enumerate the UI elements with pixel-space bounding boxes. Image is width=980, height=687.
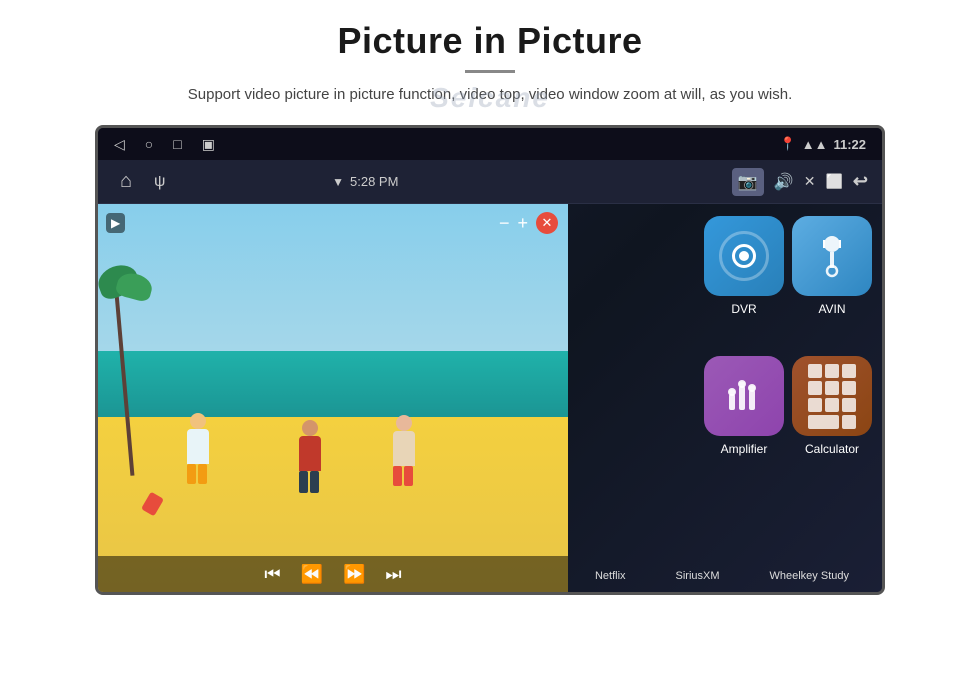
avin-icon [792, 216, 872, 296]
pip-window: ▶ − + ✕ ⏮ ⏪ ⏩ ⏭ [98, 204, 568, 592]
person1 [183, 413, 213, 483]
skip-back-icon[interactable]: ⏮ [264, 564, 280, 585]
screenshot-nav-icon[interactable]: ▣ [202, 136, 215, 153]
amplifier-icon-svg [722, 374, 766, 418]
usb-icon: ψ [154, 173, 165, 191]
pip-resize-controls: − + ✕ [499, 212, 558, 234]
amplifier-icon [704, 356, 784, 436]
status-bar: ◁ ○ □ ▣ 📍 ▲▲ 11:22 [98, 128, 882, 160]
dvr-label: DVR [731, 302, 756, 316]
window-icon[interactable]: ⬜ [825, 173, 842, 190]
amplifier-label: Amplifier [721, 442, 768, 456]
calculator-icon [792, 356, 872, 436]
action-bar-time: 5:28 PM [350, 174, 398, 189]
home-icon[interactable]: ⌂ [112, 168, 140, 196]
close-x-icon[interactable]: ✕ [804, 173, 816, 190]
action-bar-left: ⌂ ψ [112, 168, 165, 196]
calc-grid-icon [800, 356, 864, 437]
home-nav-icon[interactable]: ○ [145, 136, 153, 152]
netflix-label: Netflix [595, 570, 626, 582]
pip-video-indicator-icon: ▶ [106, 213, 125, 233]
page-subtitle: Support video picture in picture functio… [188, 83, 792, 107]
calculator-app[interactable]: Calculator [792, 356, 872, 456]
amplifier-app[interactable]: Amplifier [704, 356, 784, 456]
dvr-app[interactable]: DVR [704, 216, 784, 316]
nav-buttons: ◁ ○ □ ▣ [114, 136, 215, 153]
avin-app[interactable]: AVIN [792, 216, 872, 316]
fast-forward-icon[interactable]: ⏩ [343, 564, 365, 585]
app-row-1: DVR [572, 216, 872, 316]
action-bar-right: 📷 🔊 ✕ ⬜ ↩ [732, 168, 868, 196]
skip-forward-icon[interactable]: ⏭ [385, 564, 401, 585]
wifi-status-icon: ▼ [332, 175, 344, 189]
action-bar: ⌂ ψ ▼ 5:28 PM 📷 🔊 ✕ ⬜ ↩ [98, 160, 882, 204]
status-right-icons: 📍 ▲▲ 11:22 [780, 136, 866, 152]
bottom-app-labels: Netflix SiriusXM Wheelkey Study [562, 570, 882, 582]
pip-minimize-icon[interactable]: − [499, 213, 510, 234]
device-frame: ◁ ○ □ ▣ 📍 ▲▲ 11:22 ⌂ ψ ▼ 5:28 PM 📷 [95, 125, 885, 595]
status-time: 11:22 [833, 137, 866, 152]
page-title: Picture in Picture [337, 20, 642, 62]
siriusxm-label: SiriusXM [676, 570, 720, 582]
avin-icon-svg [812, 234, 852, 279]
back-nav-icon[interactable]: ◁ [114, 136, 125, 153]
rewind-icon[interactable]: ⏪ [301, 564, 323, 585]
volume-icon[interactable]: 🔊 [774, 172, 794, 192]
pip-expand-icon[interactable]: + [517, 213, 528, 234]
calculator-label: Calculator [805, 442, 859, 456]
video-content [98, 204, 568, 592]
person2 [295, 420, 325, 495]
signal-bars-icon: ▲▲ [802, 137, 828, 152]
page-wrapper: Picture in Picture Seicane Support video… [0, 0, 980, 687]
media-controls-bar: ⏮ ⏪ ⏩ ⏭ [98, 556, 568, 592]
location-icon: 📍 [780, 136, 796, 152]
pip-overlay-controls: ▶ − + ✕ [106, 212, 558, 234]
avin-label: AVIN [818, 302, 845, 316]
main-content: ▶ − + ✕ ⏮ ⏪ ⏩ ⏭ [98, 204, 882, 592]
app-grid: DVR [562, 204, 882, 592]
person3 [389, 415, 419, 487]
back-arrow-icon[interactable]: ↩ [853, 171, 868, 192]
recent-nav-icon[interactable]: □ [173, 136, 181, 152]
wheelkey-label: Wheelkey Study [770, 570, 849, 582]
dvr-icon [704, 216, 784, 296]
pip-close-button[interactable]: ✕ [536, 212, 558, 234]
title-divider [465, 70, 515, 73]
app-row-2: Amplifier [572, 356, 872, 456]
camera-icon[interactable]: 📷 [732, 168, 764, 196]
